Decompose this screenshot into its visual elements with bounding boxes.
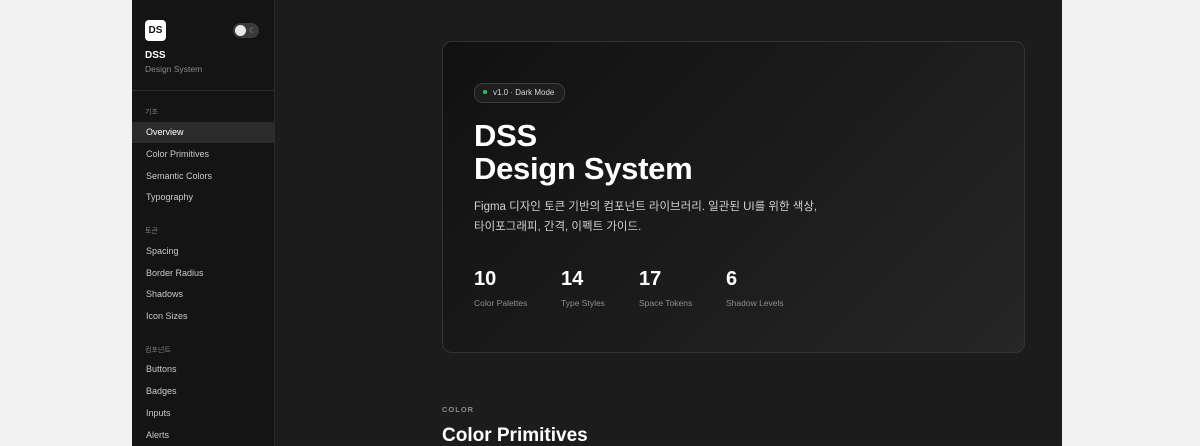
sidebar-item-shadows[interactable]: Shadows bbox=[132, 284, 274, 305]
sidebar-divider bbox=[132, 90, 274, 91]
stat-label: Color Palettes bbox=[474, 298, 528, 308]
version-badge-label: v1.0 · Dark Mode bbox=[493, 88, 555, 97]
sidebar-item-overview[interactable]: Overview bbox=[132, 122, 274, 143]
stat-value: 17 bbox=[639, 268, 662, 290]
theme-toggle[interactable]: ☾ bbox=[233, 23, 259, 38]
status-dot-icon bbox=[483, 89, 487, 94]
hero-card: v1.0 · Dark Mode DSS Design System Figma… bbox=[442, 41, 1025, 353]
hero-title-line2: Design System bbox=[474, 151, 693, 186]
sidebar-item-color-primitives[interactable]: Color Primitives bbox=[132, 144, 274, 165]
stat-space-tokens: 17 Space Tokens bbox=[639, 267, 692, 308]
app-window: DS ☾ DSS Design System 기초 Overview Color… bbox=[132, 0, 1062, 446]
sidebar-item-badges[interactable]: Badges bbox=[132, 381, 274, 402]
sidebar-item-buttons[interactable]: Buttons bbox=[132, 359, 274, 380]
stat-type-styles: 14 Type Styles bbox=[561, 267, 605, 308]
stat-label: Space Tokens bbox=[639, 298, 693, 308]
sidebar-item-alerts[interactable]: Alerts bbox=[132, 425, 274, 446]
sidebar-item-border-radius[interactable]: Border Radius bbox=[132, 263, 274, 284]
sidebar-item-typography[interactable]: Typography bbox=[132, 187, 274, 208]
logo[interactable]: DS bbox=[145, 20, 166, 41]
brand-title: DSS bbox=[145, 50, 166, 61]
stat-value: 14 bbox=[561, 268, 584, 290]
section-eyebrow: COLOR bbox=[442, 405, 475, 414]
nav-section-label-components: 컴포넌트 bbox=[145, 347, 171, 354]
stat-label: Type Styles bbox=[561, 298, 605, 308]
brand-subtitle: Design System bbox=[145, 64, 203, 74]
stat-value: 6 bbox=[726, 268, 738, 290]
hero-title-line1: DSS bbox=[474, 118, 537, 153]
sidebar: DS ☾ DSS Design System 기초 Overview Color… bbox=[132, 0, 275, 446]
nav-section-label-tokens: 토큰 bbox=[145, 228, 158, 235]
stat-label: Shadow Levels bbox=[726, 298, 784, 308]
sidebar-item-spacing[interactable]: Spacing bbox=[132, 241, 274, 262]
sidebar-item-icon-sizes[interactable]: Icon Sizes bbox=[132, 306, 274, 327]
version-badge: v1.0 · Dark Mode bbox=[474, 83, 566, 103]
sidebar-item-semantic-colors[interactable]: Semantic Colors bbox=[132, 166, 274, 187]
section-title: Color Primitives bbox=[442, 425, 588, 446]
moon-icon: ☾ bbox=[249, 26, 257, 35]
toggle-knob bbox=[235, 25, 246, 36]
stat-shadow-levels: 6 Shadow Levels bbox=[726, 267, 784, 308]
stat-color-palettes: 10 Color Palettes bbox=[474, 267, 527, 308]
sidebar-item-inputs[interactable]: Inputs bbox=[132, 403, 274, 424]
nav-section-label-foundation: 기초 bbox=[145, 109, 158, 116]
main-content: v1.0 · Dark Mode DSS Design System Figma… bbox=[275, 0, 1062, 446]
hero-description-line2: 타이포그래피, 간격, 이펙트 가이드. bbox=[474, 221, 642, 233]
hero-description-line1: Figma 디자인 토큰 기반의 컴포넌트 라이브러리. 일관된 UI를 위한 … bbox=[474, 201, 818, 213]
stat-value: 10 bbox=[474, 268, 497, 290]
